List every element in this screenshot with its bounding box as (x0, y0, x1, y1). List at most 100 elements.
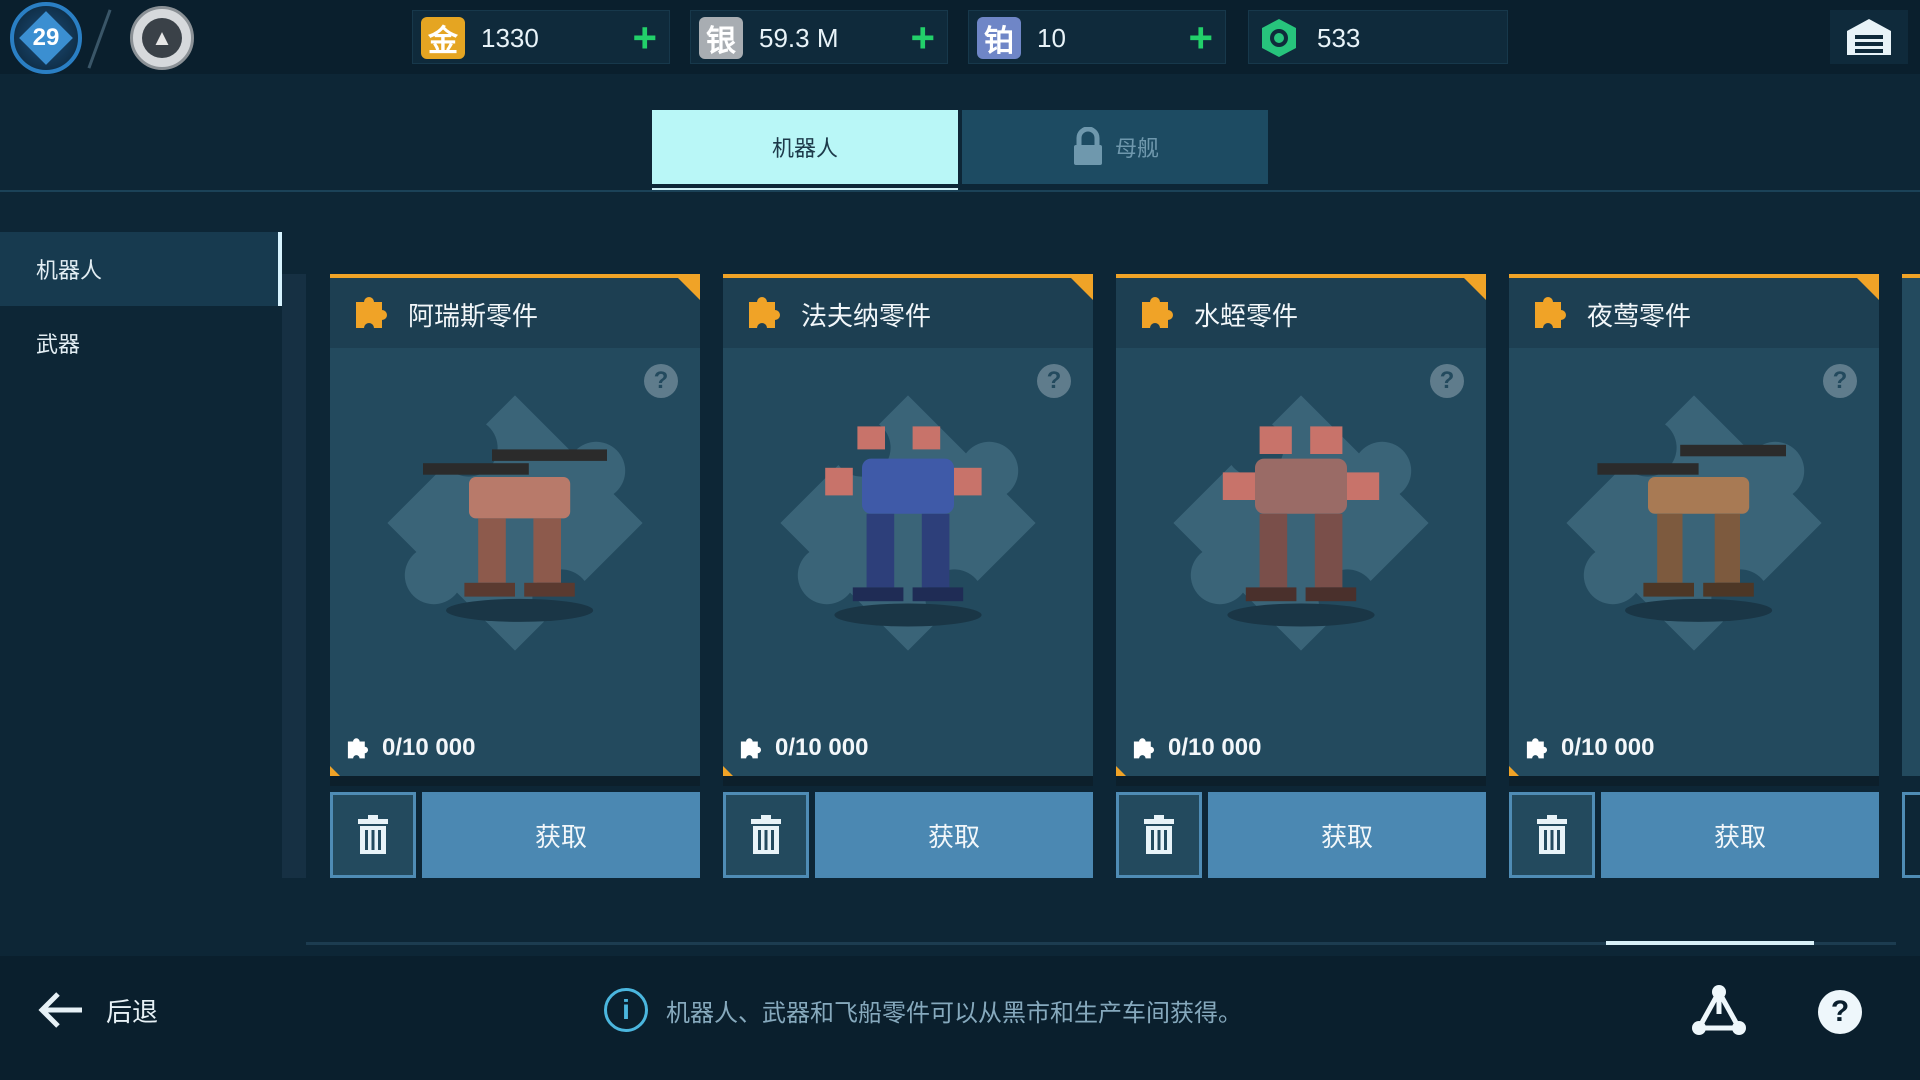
discard-button[interactable] (330, 792, 416, 878)
puzzle-piece-icon (1133, 738, 1155, 759)
robot-fafnir-icon (825, 426, 982, 627)
tab-mothership-label: 母舰 (1114, 136, 1159, 161)
get-button[interactable]: 获取 (1208, 792, 1486, 878)
currency-gold: 金 1330 + (412, 10, 670, 64)
part-count-value: 0/10 000 (1561, 734, 1655, 761)
card-body: ? 0/10 000 (723, 348, 1093, 776)
progress-marker (330, 766, 340, 776)
discard-button[interactable] (1509, 792, 1595, 878)
part-card: 法夫纳零件 ? 0/10 000 获取 (723, 274, 1093, 878)
info-message: i 机器人、武器和飞船零件可以从黑市和生产车间获得。 (604, 988, 1242, 1032)
card-corner-accent (1857, 278, 1879, 300)
divider (87, 9, 112, 69)
card-title: 法夫纳零件 (801, 301, 932, 331)
trash-icon (358, 815, 388, 854)
league-emblem-icon: ▲ (142, 18, 182, 58)
card-header: 阿瑞斯零件 (330, 274, 700, 348)
key-value: 533 (1317, 23, 1361, 53)
next-card-edge (1902, 274, 1920, 878)
silver-value: 59.3 M (759, 23, 839, 53)
puzzle-piece-icon (347, 738, 369, 759)
card-body: ? 0/10 000 (1116, 348, 1486, 776)
add-platinum-button[interactable]: + (1188, 17, 1213, 59)
back-label: 后退 (106, 996, 159, 1027)
progress-bar (723, 766, 1093, 786)
part-card: 阿瑞斯零件 ? 0/10 000 获取 (330, 274, 700, 878)
puzzle-piece-icon (740, 738, 762, 759)
progress-bar (1116, 766, 1486, 786)
gold-icon: 金 (421, 17, 465, 59)
discard-button[interactable] (723, 792, 809, 878)
puzzle-piece-icon (356, 297, 388, 328)
card-corner-accent (1071, 278, 1093, 300)
card-corner-accent (1464, 278, 1486, 300)
progress-marker (1509, 766, 1519, 776)
puzzle-piece-icon (749, 297, 781, 328)
trash-icon (1537, 815, 1567, 854)
discard-button[interactable] (1116, 792, 1202, 878)
card-header: 法夫纳零件 (723, 274, 1093, 348)
tab-robots[interactable]: 机器人 (652, 110, 958, 184)
part-count: 0/10 000 (344, 734, 475, 762)
hangar-button[interactable] (1830, 10, 1908, 64)
robot-leech-icon (1222, 426, 1380, 627)
trash-icon (1144, 815, 1174, 854)
currency-key: 533 (1248, 10, 1508, 64)
silver-icon: 银 (699, 17, 743, 59)
platinum-value: 10 (1037, 23, 1066, 53)
trash-icon (751, 815, 781, 854)
top-bar: 29 ▲ 金 1330 + 银 59.3 M + 铂 10 + 533 (0, 0, 1920, 74)
gold-value: 1330 (481, 23, 539, 53)
part-count: 0/10 000 (737, 734, 868, 762)
player-level: 29 (32, 24, 60, 51)
share-button[interactable] (1690, 984, 1748, 1043)
progress-marker (1116, 766, 1126, 776)
puzzle-piece-icon (1142, 297, 1174, 328)
sidebar-item-robots[interactable]: 机器人 (0, 232, 282, 306)
platinum-icon: 铂 (977, 17, 1021, 59)
previous-card-edge (282, 274, 306, 878)
get-button[interactable]: 获取 (815, 792, 1093, 878)
card-title: 阿瑞斯零件 (408, 301, 539, 331)
card-body: ? 0/10 000 (330, 348, 700, 776)
tab-divider (0, 190, 1920, 192)
key-hexagon-icon (1257, 17, 1301, 59)
part-count-value: 0/10 000 (775, 734, 869, 761)
add-silver-button[interactable]: + (910, 17, 935, 59)
progress-marker (723, 766, 733, 776)
info-text: 机器人、武器和飞船零件可以从黑市和生产车间获得。 (666, 999, 1242, 1027)
progress-bar (1509, 766, 1879, 786)
card-header: 水蛭零件 (1116, 274, 1486, 348)
part-count-value: 0/10 000 (382, 734, 476, 761)
part-card: 水蛭零件 ? 0/10 000 获取 (1116, 274, 1486, 878)
scrollbar-thumb[interactable] (1606, 941, 1814, 945)
tab-mothership[interactable]: 母舰 (962, 110, 1268, 184)
robot-nightingale-icon (1597, 444, 1786, 622)
card-title: 夜莺零件 (1587, 301, 1692, 331)
player-level-badge[interactable]: 29 (10, 2, 82, 74)
add-gold-button[interactable]: + (632, 17, 657, 59)
currency-platinum: 铂 10 + (968, 10, 1226, 64)
sidebar-item-weapons[interactable]: 武器 (0, 306, 282, 380)
puzzle-piece-icon (1526, 738, 1548, 759)
puzzle-piece-icon (1535, 297, 1567, 328)
currency-silver: 银 59.3 M + (690, 10, 948, 64)
back-button[interactable]: 后退 (36, 990, 158, 1030)
part-count-value: 0/10 000 (1168, 734, 1262, 761)
hangar-icon (1847, 19, 1891, 55)
part-count: 0/10 000 (1523, 734, 1654, 762)
card-header: 夜莺零件 (1509, 274, 1879, 348)
get-button[interactable]: 获取 (1601, 792, 1879, 878)
info-icon: i (604, 988, 648, 1032)
get-button[interactable]: 获取 (422, 792, 700, 878)
share-network-icon (1692, 985, 1746, 1035)
league-rank-badge[interactable]: ▲ (130, 6, 194, 70)
card-title: 水蛭零件 (1194, 301, 1299, 331)
help-button[interactable]: ? (1818, 990, 1862, 1034)
card-body: ? 0/10 000 (1509, 348, 1879, 776)
arrow-left-icon (38, 992, 82, 1028)
progress-bar (330, 766, 700, 786)
part-count: 0/10 000 (1130, 734, 1261, 762)
robot-ares-icon (423, 449, 607, 622)
card-corner-accent (678, 278, 700, 300)
